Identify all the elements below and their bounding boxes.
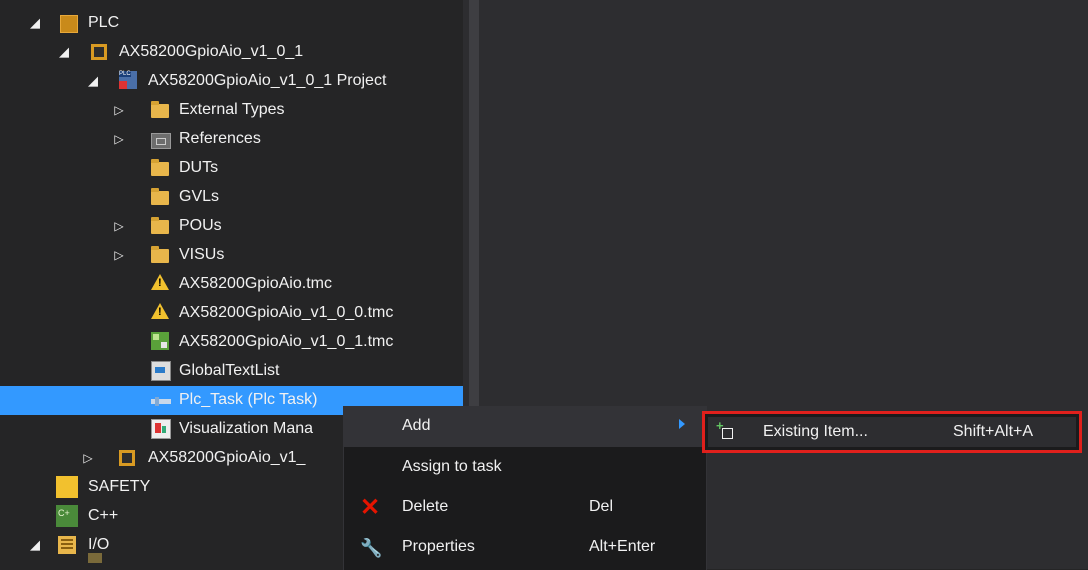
vertical-scrollbar[interactable]: [469, 0, 479, 408]
tree-item-plc[interactable]: ◢ PLC: [0, 9, 463, 38]
tree-item-label: PLC: [88, 14, 120, 31]
tree-item-label: VISUs: [179, 246, 225, 263]
tree-item-duts[interactable]: DUTs: [0, 154, 463, 183]
menu-item-label: Delete: [402, 498, 449, 515]
tree-item-plc-project[interactable]: ◢ AX58200GpioAio_v1_0_1: [0, 38, 463, 67]
tree-item-label: References: [179, 130, 261, 147]
tree-item-label: GlobalTextList: [179, 362, 280, 379]
add-submenu: Existing Item... Shift+Alt+A: [702, 411, 1082, 453]
tree-item-project-file[interactable]: ◢ AX58200GpioAio_v1_0_1 Project: [0, 67, 463, 96]
references-icon: [151, 133, 171, 149]
plc-project-icon: [119, 450, 135, 466]
folder-icon: [151, 246, 169, 263]
tree-item-global-text-list[interactable]: GlobalTextList: [0, 357, 463, 386]
tree-item-gvls[interactable]: GVLs: [0, 183, 463, 212]
tree-item-tmc[interactable]: AX58200GpioAio.tmc: [0, 270, 463, 299]
io-icon: [58, 536, 76, 554]
menu-item-label: Assign to task: [402, 458, 502, 475]
folder-icon: [151, 217, 169, 234]
warning-icon: [151, 303, 169, 321]
wrench-icon: 🔧: [360, 538, 383, 558]
tree-item-label: DUTs: [179, 159, 219, 176]
tree-item-pous[interactable]: ▷ POUs: [0, 212, 463, 241]
device-icon: [88, 553, 102, 563]
visualization-icon: [151, 419, 171, 439]
tree-item-label: AX58200GpioAio_v1_: [148, 449, 306, 466]
menu-item-shortcut: Alt+Enter: [589, 538, 656, 555]
tree-item-visus[interactable]: ▷ VISUs: [0, 241, 463, 270]
tree-item-label: GVLs: [179, 188, 220, 205]
plc-project-icon: [91, 44, 107, 60]
folder-icon: [151, 101, 169, 118]
folder-icon: [151, 188, 169, 205]
tree-item-label: AX58200GpioAio_v1_0_1.tmc: [179, 333, 394, 350]
menu-item-existing-item[interactable]: Existing Item... Shift+Alt+A: [708, 417, 1076, 447]
tree-item-references[interactable]: ▷ References: [0, 125, 463, 154]
tree-item-external-types[interactable]: ▷ External Types: [0, 96, 463, 125]
tree-item-label: AX58200GpioAio_v1_0_1: [119, 43, 304, 60]
menu-item-label: Add: [402, 417, 431, 434]
tree-item-tmc-v101[interactable]: AX58200GpioAio_v1_0_1.tmc: [0, 328, 463, 357]
tree-item-label: I/O: [88, 536, 110, 553]
menu-item-properties[interactable]: 🔧 Properties Alt+Enter: [344, 528, 706, 568]
tree-item-label: Plc_Task (Plc Task): [179, 391, 318, 408]
plc-icon: [60, 15, 78, 33]
expand-arrow-icon[interactable]: ◢: [28, 15, 42, 31]
folder-icon: [151, 159, 169, 176]
tree-item-label: AX58200GpioAio_v1_0_1 Project: [148, 72, 387, 89]
collapse-arrow-icon[interactable]: ▷: [112, 247, 126, 263]
project-file-icon: [119, 71, 137, 89]
menu-item-label: Properties: [402, 538, 475, 555]
collapse-arrow-icon[interactable]: ▷: [112, 102, 126, 118]
expand-arrow-icon[interactable]: ◢: [28, 537, 42, 553]
tree-item-label: C++: [88, 507, 119, 524]
tree-item-tmc-v100[interactable]: AX58200GpioAio_v1_0_0.tmc: [0, 299, 463, 328]
collapse-arrow-icon[interactable]: ▷: [112, 218, 126, 234]
menu-item-shortcut: Shift+Alt+A: [953, 423, 1034, 440]
submenu-arrow-icon: [679, 419, 685, 429]
collapse-arrow-icon[interactable]: ▷: [112, 131, 126, 147]
tree-item-label: POUs: [179, 217, 222, 234]
tree-item-label: External Types: [179, 101, 285, 118]
menu-item-label: Existing Item...: [763, 423, 868, 440]
tree-item-label: AX58200GpioAio.tmc: [179, 275, 332, 292]
task-icon: [151, 397, 171, 407]
menu-item-assign-to-task[interactable]: Assign to task: [344, 448, 706, 488]
cpp-icon: [56, 505, 78, 527]
tree-item-label: SAFETY: [88, 478, 151, 495]
tmc-icon: [151, 332, 169, 350]
add-existing-item-icon: [716, 418, 733, 439]
menu-item-add[interactable]: Add: [344, 407, 706, 447]
context-menu: Add Assign to task ✕ Delete Del 🔧 Proper…: [343, 406, 707, 570]
safety-icon: [56, 476, 78, 498]
collapse-arrow-icon[interactable]: ▷: [81, 450, 95, 466]
menu-item-delete[interactable]: ✕ Delete Del: [344, 488, 706, 528]
tree-item-label: Visualization Mana: [179, 420, 314, 437]
menu-item-shortcut: Del: [589, 498, 614, 515]
expand-arrow-icon[interactable]: ◢: [57, 44, 71, 60]
delete-icon: ✕: [360, 494, 381, 521]
text-list-icon: [151, 361, 171, 381]
warning-icon: [151, 274, 169, 292]
tree-item-label: AX58200GpioAio_v1_0_0.tmc: [179, 304, 394, 321]
expand-arrow-icon[interactable]: ◢: [86, 73, 100, 89]
